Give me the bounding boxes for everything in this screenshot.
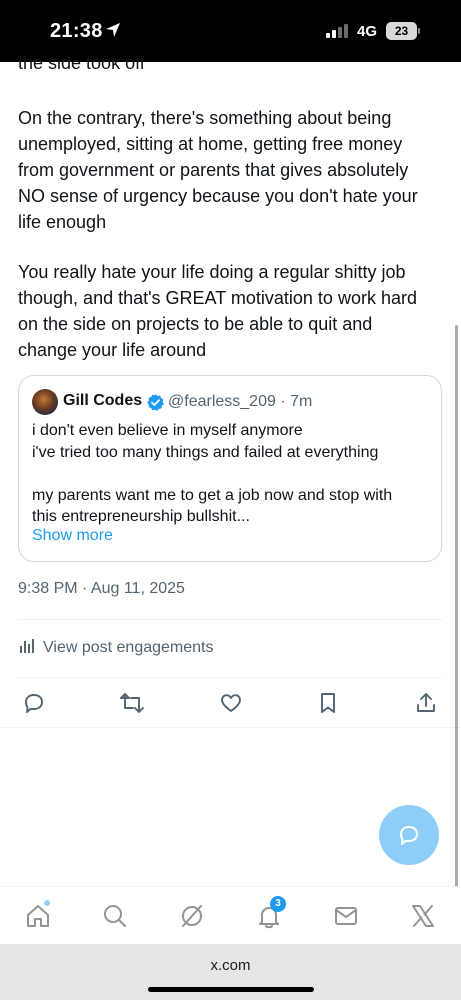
search-icon [104, 905, 126, 927]
show-more-link[interactable]: Show more [32, 527, 113, 545]
nav-home[interactable] [23, 899, 53, 931]
nav-grok[interactable] [177, 901, 207, 931]
notification-badge: 3 [270, 896, 286, 912]
home-unread-dot [43, 899, 51, 907]
battery-icon: 23 [386, 22, 420, 40]
bookmark-button[interactable] [313, 688, 343, 718]
messages-icon [335, 907, 357, 925]
like-icon [221, 694, 241, 712]
quote-author-handle: @fearless_209 · 7m [168, 393, 313, 410]
compose-reply-button[interactable] [379, 805, 439, 865]
scrollbar[interactable] [455, 325, 458, 970]
verified-badge-icon [146, 393, 165, 417]
battery-level: 23 [386, 22, 417, 40]
tweet-text-clipped: the side took off [18, 53, 145, 73]
divider [18, 677, 443, 678]
tweet-paragraph: You really hate your life doing a regula… [18, 262, 417, 360]
url-bar[interactable]: x.com [0, 957, 461, 974]
nav-search[interactable] [100, 901, 130, 931]
reply-button[interactable] [19, 688, 49, 718]
avatar[interactable] [32, 389, 58, 415]
browser-bar: x.com [0, 944, 461, 1000]
grok-icon [182, 905, 202, 927]
nav-messages[interactable] [331, 901, 361, 931]
x-logo-icon [412, 905, 434, 927]
repost-icon [120, 693, 144, 713]
share-button[interactable] [411, 688, 441, 718]
reply-icon [25, 694, 43, 713]
quote-text: i don't even believe in myself anymore i… [32, 422, 393, 525]
like-button[interactable] [216, 688, 246, 718]
repost-button[interactable] [117, 688, 147, 718]
engagements-label: View post engagements [43, 639, 214, 656]
home-indicator[interactable] [148, 987, 314, 992]
bottom-nav: 3 [0, 886, 461, 944]
notification-badge-wrap: 3 [254, 896, 286, 931]
status-time: 21:38 [50, 20, 103, 42]
nav-x[interactable] [408, 901, 438, 931]
quote-author-name: Gill Codes [63, 392, 143, 409]
tweet-actions [0, 688, 461, 718]
signal-icon [326, 24, 350, 43]
reply-plus-icon [400, 826, 418, 845]
quote-tweet-card[interactable]: Gill Codes @fearless_209 · 7m i don't ev… [18, 375, 442, 562]
tweet-paragraph: On the contrary, there's something about… [18, 108, 418, 232]
analytics-icon [19, 637, 36, 659]
view-engagements-button[interactable]: View post engagements [19, 637, 213, 659]
divider [18, 619, 443, 620]
tweet-timestamp[interactable]: 9:38 PM · Aug 11, 2025 [18, 580, 185, 598]
bookmark-icon [321, 693, 335, 713]
network-type: 4G [357, 23, 378, 40]
share-icon [417, 693, 435, 712]
location-arrow-icon [105, 22, 121, 43]
divider [0, 727, 461, 728]
